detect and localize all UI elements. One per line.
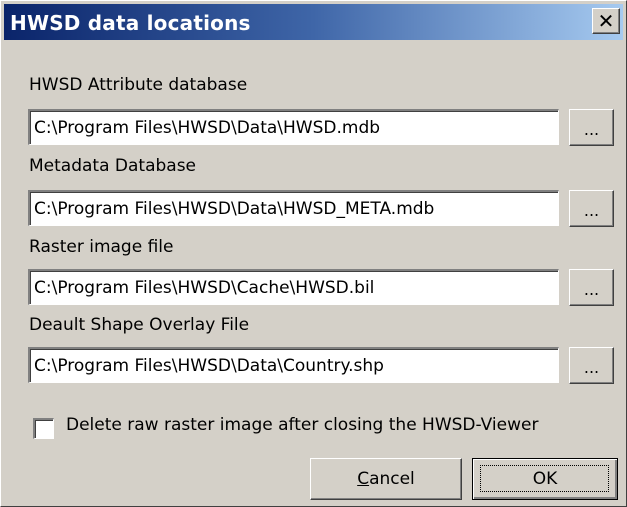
window-title: HWSD data locations	[10, 11, 251, 35]
cancel-label: ancel	[369, 469, 415, 489]
delete-raster-checkbox-label[interactable]: Delete raw raster image after closing th…	[66, 415, 538, 435]
metadata-database-label: Metadata Database	[29, 156, 197, 176]
close-icon: ✕	[597, 9, 615, 33]
title-bar[interactable]: HWSD data locations ✕	[4, 4, 623, 40]
shape-overlay-file-input[interactable]	[28, 347, 559, 383]
shape-overlay-file-label: Deault Shape Overlay File	[29, 315, 250, 335]
raster-image-file-browse-button[interactable]: ...	[569, 269, 614, 306]
cancel-button[interactable]: Cancel	[310, 458, 462, 500]
ok-label: OK	[532, 469, 558, 489]
raster-image-file-label: Raster image file	[29, 237, 174, 257]
attribute-database-input[interactable]	[28, 109, 559, 145]
attribute-database-label: HWSD Attribute database	[29, 75, 248, 95]
dialog-window: HWSD data locations ✕ HWSD Attribute dat…	[0, 0, 627, 507]
delete-raster-checkbox[interactable]	[33, 418, 54, 439]
close-button[interactable]: ✕	[592, 8, 620, 34]
raster-image-file-input[interactable]	[28, 269, 559, 305]
ok-button[interactable]: OK	[472, 458, 618, 500]
shape-overlay-file-browse-button[interactable]: ...	[569, 347, 614, 384]
cancel-mnemonic: C	[357, 469, 370, 489]
attribute-database-browse-button[interactable]: ...	[569, 109, 614, 146]
metadata-database-browse-button[interactable]: ...	[569, 190, 614, 227]
metadata-database-input[interactable]	[28, 190, 559, 226]
